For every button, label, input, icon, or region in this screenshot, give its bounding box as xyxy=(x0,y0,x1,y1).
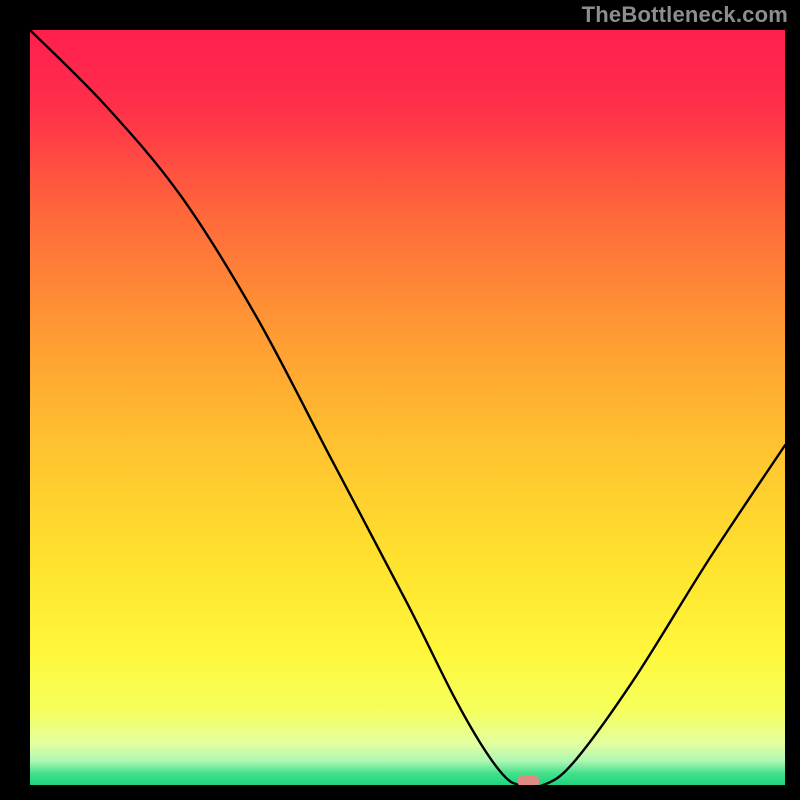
gradient-background xyxy=(30,30,785,785)
optimal-point-marker xyxy=(517,775,539,785)
watermark-text: TheBottleneck.com xyxy=(582,2,788,28)
chart-svg xyxy=(30,30,785,785)
chart-container: TheBottleneck.com xyxy=(0,0,800,800)
plot-area xyxy=(30,30,785,785)
